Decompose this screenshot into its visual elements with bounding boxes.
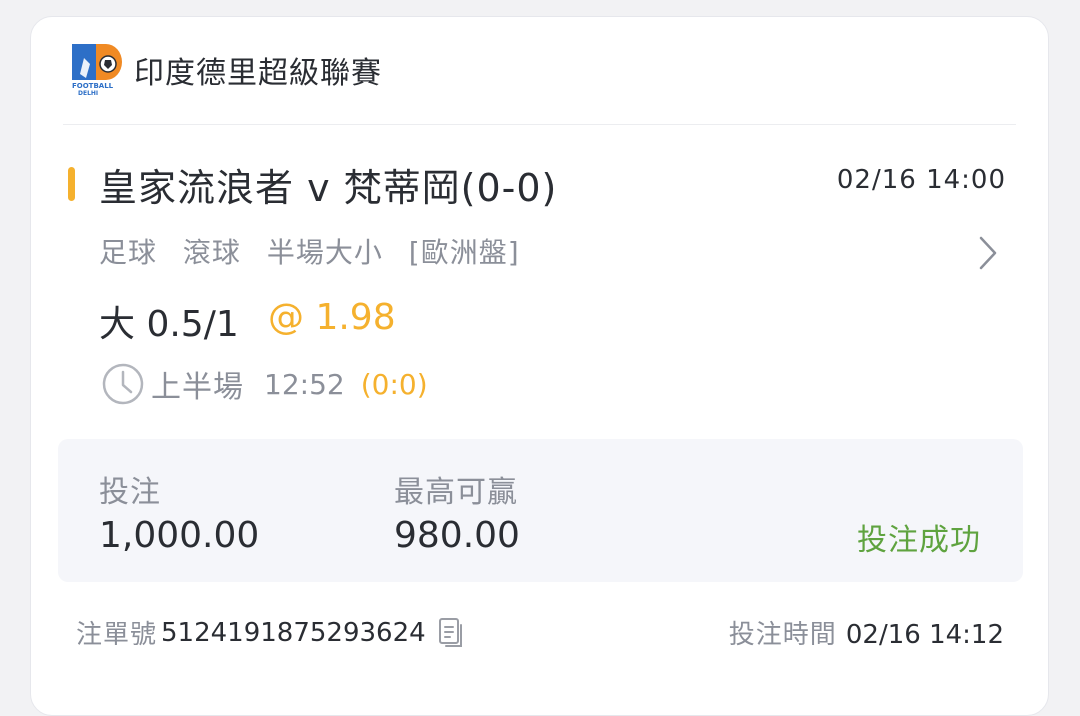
sport-label: 足球 [99, 236, 158, 269]
league-name: 印度德里超級聯賽 [134, 56, 382, 91]
stake-value: 1,000.00 [99, 515, 260, 556]
match-title[interactable]: 皇家流浪者 v 梵蒂岡(0-0) [99, 157, 557, 212]
chevron-right-icon[interactable] [976, 233, 1000, 273]
match-time: 02/16 14:00 [836, 165, 1006, 195]
period-row: 上半場 12:52 (0:0) [101, 362, 428, 406]
accent-bar [68, 167, 75, 201]
bet-time-value: 02/16 14:12 [845, 620, 1004, 650]
market-label: 半場大小 [266, 236, 383, 269]
bet-time-label: 投注時間 [728, 620, 837, 650]
status-badge: 投注成功 [857, 523, 981, 558]
bet-selection: 大 0.5/1 [99, 304, 239, 345]
max-win-label: 最高可贏 [394, 475, 518, 510]
inplay-label: 滾球 [182, 236, 241, 269]
bet-odds: @ 1.98 [268, 297, 396, 338]
ticket-value: 5124191875293624 [161, 617, 426, 648]
max-win-value: 980.00 [394, 515, 520, 556]
period-time: 12:52 [264, 367, 345, 401]
bet-type-row: 足球 滾球 半場大小 [歐洲盤] [99, 231, 536, 271]
ticket-label: 注單號 [76, 620, 158, 650]
period-score: (0:0) [360, 367, 428, 401]
football-delhi-logo: FOOTBALL DELHI [72, 44, 122, 97]
bet-time-row: 投注時間 02/16 14:12 [729, 614, 1004, 651]
svg-text:FOOTBALL: FOOTBALL [72, 82, 114, 90]
league-header: FOOTBALL DELHI 印度德里超級聯賽 [72, 44, 382, 97]
odds-type-label: [歐洲盤] [408, 236, 520, 269]
copy-icon[interactable] [438, 617, 464, 649]
bet-card: FOOTBALL DELHI 印度德里超級聯賽 皇家流浪者 v 梵蒂岡(0-0)… [30, 16, 1049, 716]
period-label: 上半場 [151, 370, 244, 405]
svg-text:DELHI: DELHI [78, 90, 98, 96]
ticket-number-row: 注單號 5124191875293624 [76, 614, 464, 651]
bet-summary-panel: 投注 1,000.00 最高可贏 980.00 投注成功 [58, 439, 1023, 582]
stake-label: 投注 [99, 475, 161, 510]
clock-icon [101, 362, 145, 406]
divider [63, 124, 1016, 125]
